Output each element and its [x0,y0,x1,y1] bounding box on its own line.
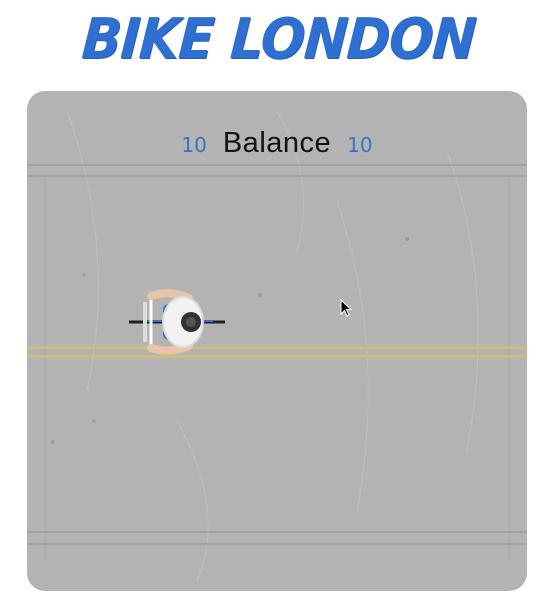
balance-right-value: 10 [347,133,373,157]
balance-left-value: 10 [181,133,207,157]
lane-line-top [27,164,527,166]
center-line-2 [27,355,527,358]
game-canvas[interactable]: 10 Balance 10 [27,91,527,591]
center-line-1 [27,346,527,349]
lane-line-top-2 [27,175,527,177]
cyclist-icon [129,289,225,355]
game-title: BIKE LONDON [79,7,478,72]
balance-label: Balance [222,127,332,159]
road-texture [44,110,510,582]
lane-line-bottom [27,531,527,533]
mouse-pointer-icon [340,299,353,317]
lane-line-bottom-2 [27,543,527,545]
balance-hud: 10 Balance 10 [27,127,527,160]
